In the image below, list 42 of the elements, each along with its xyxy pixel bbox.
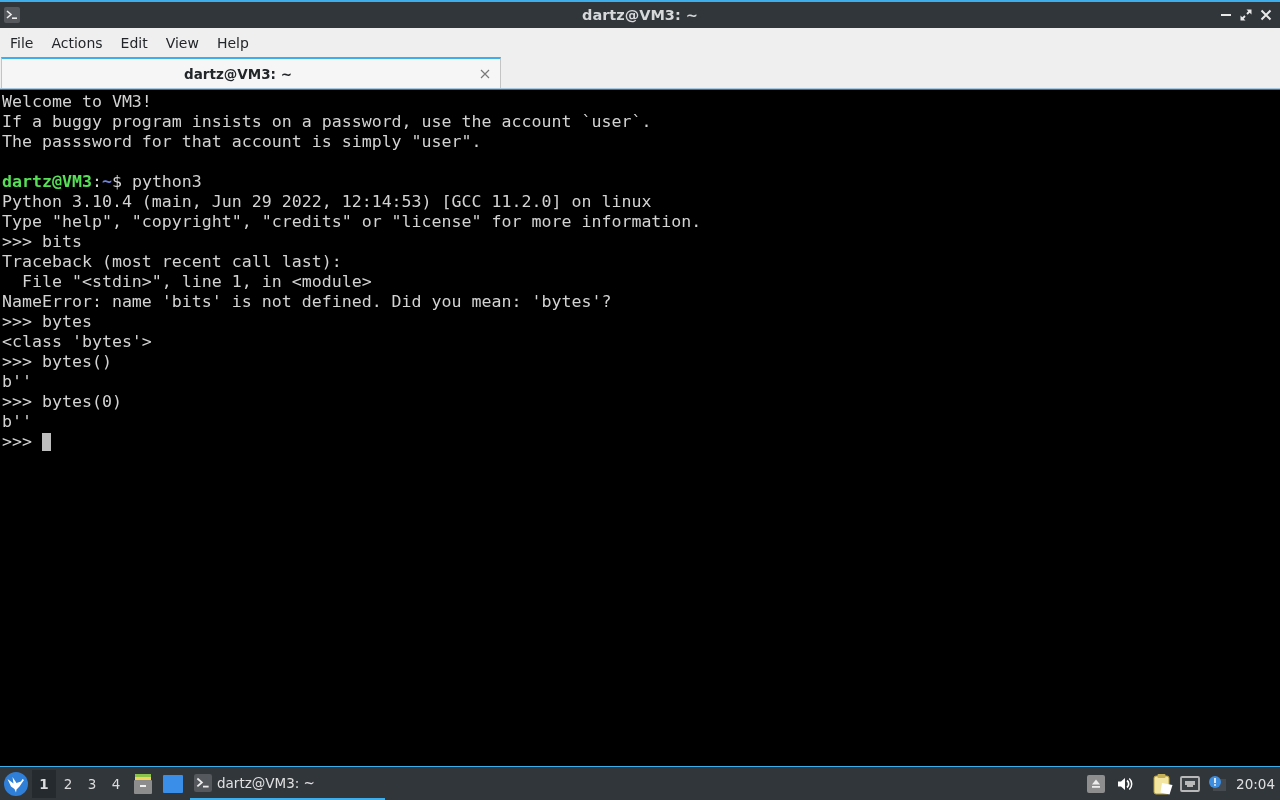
menu-item[interactable]: File	[1, 30, 43, 55]
output-line: >>> bits	[2, 232, 82, 252]
output-line: The passsword for that account is simply "user".	[2, 132, 482, 152]
prompt-text: >>>	[2, 432, 32, 452]
volume-icon[interactable]	[1117, 775, 1134, 792]
window-title: dartz@VM3: ~	[582, 7, 698, 23]
output-line: NameError: name 'bits' is not defined. Did you mean: 'bytes'?	[2, 292, 612, 312]
task-button[interactable]: dartz@VM3: ~	[190, 767, 385, 800]
clock: 20:04	[1236, 775, 1275, 792]
prompt-line: dartz@VM3:~$ python3	[2, 172, 202, 192]
output-line: >>> bytes	[2, 312, 92, 332]
output-line: Type "help", "copyright", "credits" or "license" for more information.	[2, 212, 702, 232]
terminal-icon	[194, 773, 212, 792]
desktop-switch-button[interactable]: 4	[104, 769, 128, 798]
output-line: >>> bytes()	[2, 352, 112, 372]
output-line: b''	[2, 412, 32, 432]
bird-icon[interactable]	[4, 771, 28, 796]
menu-item[interactable]: Help	[207, 30, 258, 55]
file-drawer-icon[interactable]	[133, 773, 153, 794]
eject-icon[interactable]	[1087, 774, 1106, 793]
tab-label: dartz@VM3: ~	[183, 65, 293, 82]
desktop-icon[interactable]	[163, 774, 183, 793]
desktop-switch-button[interactable]: 2	[56, 769, 80, 798]
output-line: Traceback (most recent call last):	[2, 252, 342, 272]
desktop-switch-button[interactable]: 1	[32, 769, 56, 798]
output-line: Python 3.10.4 (main, Jun 29 2022, 12:14:53) [GCC 11.2.0] on linux	[2, 192, 652, 212]
output-line: Welcome to VM3!	[2, 92, 152, 112]
desktop-switch-button[interactable]: 3	[80, 769, 104, 798]
notification-icon[interactable]	[1208, 774, 1227, 793]
output-line: File "<stdin>", line 1, in <module>	[21, 272, 372, 292]
output-line: If a buggy program insists on a password, use the account `user`.	[2, 112, 652, 132]
output-line: >>> bytes(0)	[2, 392, 122, 412]
clipboard-icon[interactable]	[1153, 772, 1174, 795]
output-line: <class 'bytes'>	[2, 332, 152, 352]
terminal-tab[interactable]: dartz@VM3: ~	[1, 57, 501, 88]
terminal-icon[interactable]	[4, 7, 20, 23]
menu-item[interactable]: Edit	[111, 30, 157, 55]
network-icon[interactable]	[1180, 775, 1201, 792]
output-line: b''	[2, 372, 32, 392]
menu-item[interactable]: View	[156, 30, 208, 55]
menu-item[interactable]: Actions	[42, 30, 112, 55]
maximize-icon[interactable]	[1240, 9, 1252, 21]
